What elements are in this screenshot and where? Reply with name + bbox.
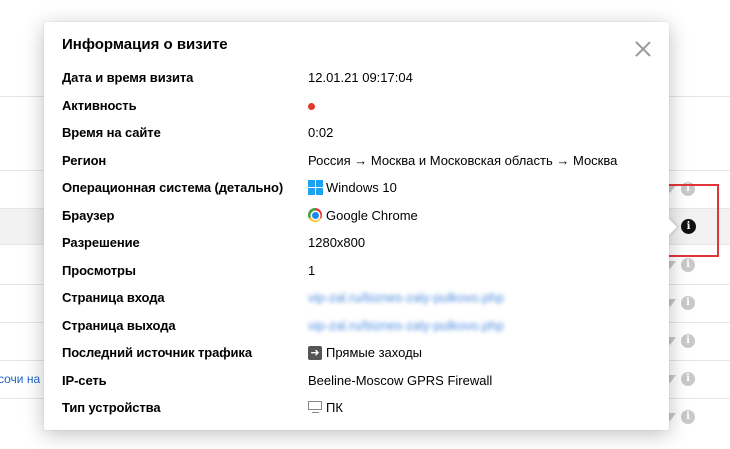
row-actions: i (664, 410, 704, 426)
detail-row-ip-network: IP-сеть Beeline-Moscow GPRS Firewall (62, 370, 652, 398)
chrome-icon (308, 208, 322, 222)
detail-value (308, 98, 315, 110)
visit-details-list: Дата и время визита 12.01.21 09:17:04 Ак… (62, 67, 652, 425)
detail-label: Тип устройства (62, 400, 161, 415)
detail-value: Россия → Москва и Московская область → М… (308, 152, 618, 168)
popover-pointer (668, 218, 677, 236)
detail-label: Страница входа (62, 290, 165, 305)
detail-row-os: Операционная система (детально) Windows … (62, 177, 652, 205)
detail-label: Дата и время визита (62, 70, 194, 85)
detail-label: Активность (62, 97, 137, 113)
activity-indicator (308, 102, 315, 110)
entry-page-link[interactable]: vip-zal.ru/biznes-zaly-pulkovo.php (308, 290, 504, 305)
detail-row-region: Регион Россия → Москва и Московская обла… (62, 150, 652, 178)
detail-row-pageviews: Просмотры 1 (62, 260, 652, 288)
detail-value: Google Chrome (308, 208, 418, 223)
detail-value: Beeline-Moscow GPRS Firewall (308, 372, 493, 388)
detail-label: IP-сеть (62, 372, 107, 388)
info-icon[interactable]: i (681, 410, 695, 424)
row-actions: i (664, 258, 704, 274)
detail-label: Последний источник трафика (62, 345, 252, 360)
detail-row-browser: Браузер Google Chrome (62, 205, 652, 233)
info-icon[interactable]: i (681, 372, 695, 386)
detail-value: vip-zal.ru/biznes-zaly-pulkovo.php (308, 318, 504, 333)
detail-label: Страница выхода (62, 317, 176, 333)
row-actions: i (664, 372, 704, 388)
windows-icon (308, 180, 323, 195)
detail-row-time-on-site: Время на сайте 0:02 (62, 122, 652, 150)
detail-row-device-type: Тип устройства ПК (62, 397, 652, 425)
detail-value: 12.01.21 09:17:04 (308, 70, 413, 85)
detail-row-activity: Активность (62, 95, 652, 123)
detail-label: Операционная система (детально) (62, 180, 284, 195)
visit-info-icon[interactable]: i (681, 219, 696, 234)
detail-value: 1280x800 (308, 235, 366, 250)
direct-traffic-icon: ➜ (308, 345, 322, 360)
modal-title: Информация о визите (62, 36, 228, 53)
detail-value: Windows 10 (308, 180, 397, 195)
detail-value: 0:02 (308, 125, 334, 140)
detail-row-resolution: Разрешение 1280x800 (62, 232, 652, 260)
info-icon[interactable]: i (681, 258, 695, 272)
detail-label: Браузер (62, 207, 115, 223)
info-icon[interactable]: i (681, 296, 695, 310)
detail-row-exit-page: Страница выхода vip-zal.ru/biznes-zaly-p… (62, 315, 652, 343)
background-link[interactable]: сочи на (0, 372, 40, 386)
detail-label: Регион (62, 152, 107, 168)
detail-label: Разрешение (62, 235, 140, 250)
row-actions: i (664, 296, 704, 312)
detail-row-traffic-source: Последний источник трафика ➜ Прямые захо… (62, 342, 652, 370)
detail-row-entry-page: Страница входа vip-zal.ru/biznes-zaly-pu… (62, 287, 652, 315)
detail-label: Время на сайте (62, 125, 161, 140)
desktop-icon (308, 400, 324, 415)
info-icon[interactable]: i (681, 334, 695, 348)
detail-value: ➜ Прямые заходы (308, 345, 422, 360)
detail-value: ПК (308, 400, 343, 415)
detail-row-visit-datetime: Дата и время визита 12.01.21 09:17:04 (62, 67, 652, 95)
detail-value: 1 (308, 262, 316, 278)
detail-label: Просмотры (62, 262, 136, 278)
detail-value: vip-zal.ru/biznes-zaly-pulkovo.php (308, 290, 504, 305)
row-actions: i (664, 334, 704, 350)
exit-page-link[interactable]: vip-zal.ru/biznes-zaly-pulkovo.php (308, 318, 504, 333)
close-icon[interactable] (634, 40, 652, 58)
visit-info-modal: Информация о визите Дата и время визита … (44, 22, 669, 430)
